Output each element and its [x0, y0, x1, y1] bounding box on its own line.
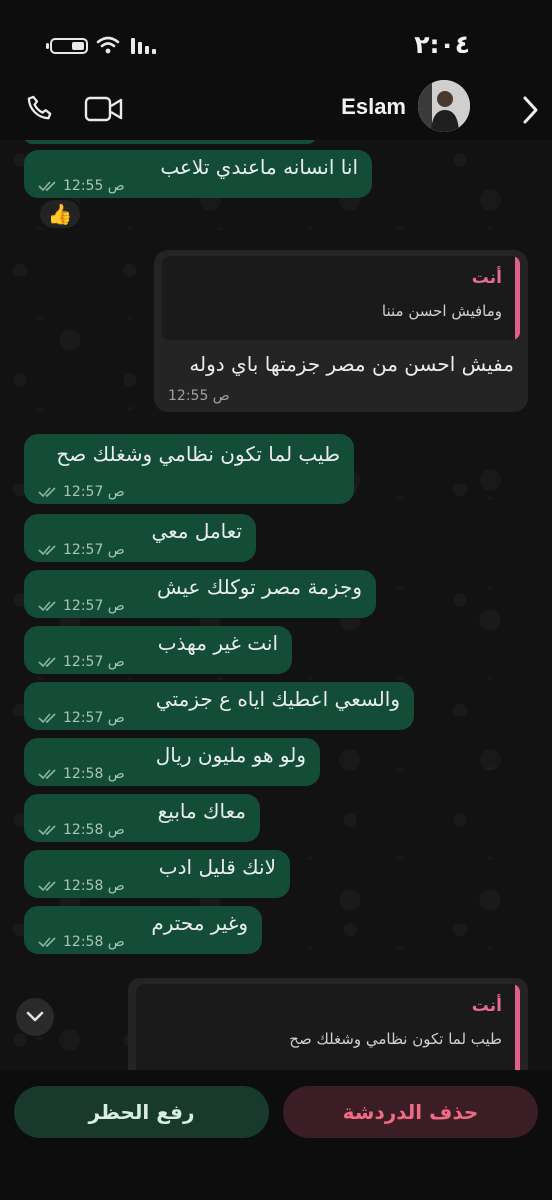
message-time: 12:57 ص — [63, 542, 125, 558]
quoted-message[interactable]: أنت طيب لما تكون نظامي وشغلك صح — [136, 984, 520, 1070]
contact-avatar[interactable] — [418, 80, 470, 132]
signal-icon — [131, 38, 156, 54]
message-time: 12:58 ص — [63, 766, 125, 782]
contact-name[interactable]: Eslam — [341, 94, 406, 120]
message-text: ولو هو مليون ريال — [155, 743, 306, 767]
double-check-icon — [38, 181, 56, 192]
double-check-icon — [38, 825, 56, 836]
outgoing-message[interactable]: أنت ومافيش احسن مننا مفيش احسن من مصر جز… — [154, 250, 528, 412]
double-check-icon — [38, 601, 56, 612]
incoming-message[interactable]: معاك مابيع 12:58 ص — [24, 794, 260, 842]
incoming-message[interactable]: طيب لما تكون نظامي وشغلك صح 12:57 ص — [24, 434, 354, 504]
double-check-icon — [38, 487, 56, 498]
message-time: 12:55 ص — [63, 178, 125, 194]
incoming-message[interactable]: انت غير مهذب 12:57 ص — [24, 626, 292, 674]
chat-messages[interactable]: انا انسانه ماعندي تلاعب 12:55 ص 👍 أنت وم… — [0, 140, 552, 1070]
incoming-message[interactable]: انا انسانه ماعندي تلاعب 12:55 ص — [24, 150, 372, 198]
phone-icon[interactable] — [24, 92, 58, 126]
double-check-icon — [38, 937, 56, 948]
quote-text: طيب لما تكون نظامي وشغلك صح — [289, 1030, 502, 1048]
incoming-message[interactable]: وجزمة مصر توكلك عيش 12:57 ص — [24, 570, 376, 618]
wifi-icon — [96, 36, 120, 54]
message-text: وجزمة مصر توكلك عيش — [156, 575, 362, 599]
double-check-icon — [38, 713, 56, 724]
double-check-icon — [38, 769, 56, 780]
message-time: 12:58 ص — [63, 934, 125, 950]
message-text: وغير محترم — [151, 911, 248, 935]
blocked-actions-bar: رفع الحظر حذف الدردشة — [0, 1070, 552, 1200]
message-time: 12:57 ص — [63, 598, 125, 614]
chevron-right-icon[interactable] — [518, 94, 542, 126]
quote-text: ومافيش احسن مننا — [381, 302, 502, 320]
message-time: 12:57 ص — [63, 654, 125, 670]
incoming-message[interactable]: تعامل معي 12:57 ص — [24, 514, 256, 562]
double-check-icon — [38, 657, 56, 668]
battery-icon — [46, 38, 88, 54]
chat-screen: ٢:٠٤ Eslam انا انسانه ماعندي تلاعب 12:55… — [0, 0, 552, 1200]
chevron-down-icon — [26, 1011, 44, 1022]
message-bubble-partial[interactable] — [24, 140, 316, 144]
message-text: تعامل معي — [151, 519, 242, 543]
quoted-message[interactable]: أنت ومافيش احسن مننا — [162, 256, 520, 340]
status-time: ٢:٠٤ — [414, 30, 470, 59]
quote-author: أنت — [471, 268, 502, 288]
incoming-message[interactable]: ولو هو مليون ريال 12:58 ص — [24, 738, 320, 786]
message-time: 12:55 ص — [168, 388, 230, 404]
message-text: انا انسانه ماعندي تلاعب — [160, 155, 358, 179]
delete-chat-button[interactable]: حذف الدردشة — [283, 1086, 538, 1138]
chat-header: Eslam — [0, 80, 552, 140]
double-check-icon — [38, 881, 56, 892]
message-time: 12:57 ص — [63, 710, 125, 726]
message-text: انت غير مهذب — [157, 631, 278, 655]
message-time: 12:58 ص — [63, 822, 125, 838]
unblock-button[interactable]: رفع الحظر — [14, 1086, 269, 1138]
message-time: 12:58 ص — [63, 878, 125, 894]
video-call-icon[interactable] — [84, 94, 124, 124]
message-text: معاك مابيع — [157, 799, 246, 823]
message-text: مفيش احسن من مصر جزمتها باي دوله — [189, 352, 514, 376]
incoming-message[interactable]: لانك قليل ادب 12:58 ص — [24, 850, 290, 898]
incoming-message[interactable]: وغير محترم 12:58 ص — [24, 906, 262, 954]
outgoing-message-partial[interactable]: أنت طيب لما تكون نظامي وشغلك صح — [128, 978, 528, 1070]
message-text: والسعي اعطيك اياه ع جزمتي — [155, 687, 400, 711]
message-time: 12:57 ص — [63, 484, 125, 500]
status-bar: ٢:٠٤ — [0, 0, 552, 80]
message-text: لانك قليل ادب — [158, 855, 276, 879]
scroll-to-bottom-button[interactable] — [16, 998, 54, 1036]
message-text: طيب لما تكون نظامي وشغلك صح — [56, 442, 340, 466]
double-check-icon — [38, 545, 56, 556]
incoming-message[interactable]: والسعي اعطيك اياه ع جزمتي 12:57 ص — [24, 682, 414, 730]
quote-author: أنت — [471, 996, 502, 1016]
reaction-badge[interactable]: 👍 — [38, 198, 82, 230]
